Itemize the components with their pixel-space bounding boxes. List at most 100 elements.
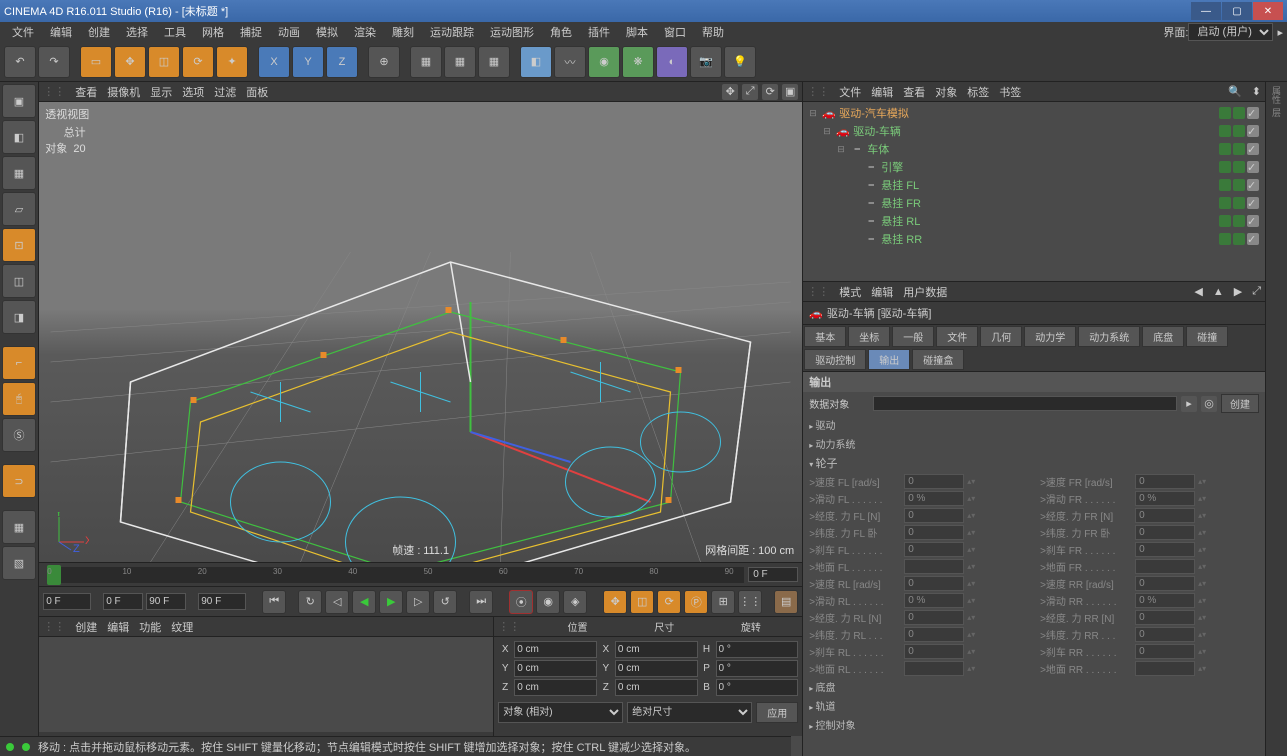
model-mode[interactable]: ◧ (2, 120, 36, 154)
object-tree[interactable]: ⊟🚗驱动-汽车模拟✓⊟🚗驱动-车辆✓⊟⎯车体✓⎯引擎✓⎯悬挂 FL✓⎯悬挂 FR… (803, 102, 1265, 281)
prop-input[interactable] (1135, 610, 1195, 625)
viewport[interactable]: 透视视图 总计 对象 20 (39, 102, 802, 562)
tab-几何[interactable]: 几何 (980, 326, 1022, 347)
menu-脚本[interactable]: 脚本 (618, 22, 656, 42)
menu-查看[interactable]: 查看 (75, 84, 97, 100)
record-button[interactable]: ⦿ (509, 590, 533, 614)
key-scale-button[interactable]: ◫ (630, 590, 654, 614)
current-frame-input[interactable] (198, 593, 246, 610)
tree-row[interactable]: ⎯悬挂 FR✓ (805, 194, 1263, 212)
tab-动力系统[interactable]: 动力系统 (1078, 326, 1140, 347)
prop-input[interactable] (1135, 474, 1195, 489)
timeline-end-field[interactable]: 0 F (748, 567, 798, 582)
group->底盘[interactable]: 底盘 (803, 677, 1265, 696)
prop-input[interactable] (1135, 525, 1195, 540)
attr-lock-icon[interactable]: ⤢ (1252, 285, 1261, 298)
menu-动画[interactable]: 动画 (270, 22, 308, 42)
light-button[interactable]: 💡 (724, 46, 756, 78)
menu-对象[interactable]: 对象 (935, 84, 957, 100)
tab-碰撞[interactable]: 碰撞 (1186, 326, 1228, 347)
play-button[interactable]: ▶ (379, 590, 403, 614)
menu-书签[interactable]: 书签 (999, 84, 1021, 100)
select-tool[interactable]: ▭ (80, 46, 112, 78)
deformer-button[interactable]: ❋ (622, 46, 654, 78)
menu-帮助[interactable]: 帮助 (694, 22, 732, 42)
menu-创建[interactable]: 创建 (75, 619, 97, 635)
size-mode-select[interactable]: 绝对尺寸 (627, 702, 752, 723)
coord_size-2[interactable] (615, 679, 698, 696)
coord_pos-2[interactable] (514, 679, 597, 696)
menu-网格[interactable]: 网格 (194, 22, 232, 42)
menu-用户数据[interactable]: 用户数据 (903, 284, 947, 300)
menu-功能[interactable]: 功能 (139, 619, 161, 635)
close-button[interactable]: ✕ (1253, 2, 1283, 20)
menu-编辑[interactable]: 编辑 (107, 619, 129, 635)
key-param-button[interactable]: Ⓟ (684, 590, 708, 614)
step-back-button[interactable]: ◁ (325, 590, 349, 614)
menu-运动跟踪[interactable]: 运动跟踪 (422, 22, 482, 42)
tab-驱动控制[interactable]: 驱动控制 (804, 349, 866, 370)
strip-icon-2[interactable]: 层 (1270, 108, 1283, 117)
menu-模式[interactable]: 模式 (839, 284, 861, 300)
step-back-loop[interactable]: ↻ (298, 590, 322, 614)
scale-tool[interactable]: ◫ (148, 46, 180, 78)
layout-select[interactable]: 启动 (用户) (1188, 23, 1273, 41)
prop-input[interactable] (904, 542, 964, 557)
group->控制对象[interactable]: 控制对象 (803, 715, 1265, 734)
environment-button[interactable]: ◐ (656, 46, 688, 78)
prop-input[interactable] (904, 576, 964, 591)
move-tool[interactable]: ✥ (114, 46, 146, 78)
prop-input[interactable] (1135, 627, 1195, 642)
tab-文件[interactable]: 文件 (936, 326, 978, 347)
obj-search-icon[interactable]: 🔍 (1228, 85, 1242, 98)
group->驱动[interactable]: 驱动 (803, 415, 1265, 434)
menu-捕捉[interactable]: 捕捉 (232, 22, 270, 42)
autokey-button[interactable]: ◉ (536, 590, 560, 614)
strip-icon-1[interactable]: 属性 (1270, 86, 1283, 104)
menu-雕刻[interactable]: 雕刻 (384, 22, 422, 42)
attr-next-icon[interactable]: ▶ (1234, 285, 1242, 298)
prop-input[interactable] (904, 508, 964, 523)
attr-prev-icon[interactable]: ◀ (1194, 285, 1202, 298)
tab-一般[interactable]: 一般 (892, 326, 934, 347)
axis-tool[interactable]: ⌐ (2, 346, 36, 380)
texture-mode[interactable]: ▦ (2, 156, 36, 190)
menu-选项[interactable]: 选项 (182, 84, 204, 100)
camera-button[interactable]: 📷 (690, 46, 722, 78)
minimize-button[interactable]: — (1191, 2, 1221, 20)
key-pos-button[interactable]: ✥ (603, 590, 627, 614)
render-region-button[interactable]: ▦ (444, 46, 476, 78)
menu-过滤[interactable]: 过滤 (214, 84, 236, 100)
attr-up-icon[interactable]: ▲ (1213, 286, 1224, 298)
tree-row[interactable]: ⊟🚗驱动-汽车模拟✓ (805, 104, 1263, 122)
rotate-tool[interactable]: ⟳ (182, 46, 214, 78)
material-list[interactable] (39, 637, 493, 732)
prop-input[interactable] (904, 627, 964, 642)
menu-编辑[interactable]: 编辑 (871, 84, 893, 100)
menu-模拟[interactable]: 模拟 (308, 22, 346, 42)
prop-input[interactable] (1135, 542, 1195, 557)
apply-button[interactable]: 应用 (756, 702, 798, 723)
menu-显示[interactable]: 显示 (150, 84, 172, 100)
viewport-nav-icon[interactable]: ✥ (722, 84, 738, 100)
magnet-button[interactable]: ⊃ (2, 464, 36, 498)
goto-start-button[interactable]: ⏮ (262, 590, 286, 614)
coord_rot-1[interactable] (716, 660, 799, 677)
tree-row[interactable]: ⊟⎯车体✓ (805, 140, 1263, 158)
key-options-button[interactable]: ⋮⋮ (738, 590, 762, 614)
workplane-align[interactable]: ▧ (2, 546, 36, 580)
x-axis-lock[interactable]: X (258, 46, 290, 78)
create-button[interactable]: 创建 (1221, 394, 1259, 413)
make-editable-button[interactable]: ▣ (2, 84, 36, 118)
coord_rot-2[interactable] (716, 679, 799, 696)
maximize-button[interactable]: ▢ (1222, 2, 1252, 20)
timeline-window-button[interactable]: ▤ (774, 590, 798, 614)
menu-运动图形[interactable]: 运动图形 (482, 22, 542, 42)
last-tool[interactable]: ✦ (216, 46, 248, 78)
play-back-button[interactable]: ◀ (352, 590, 376, 614)
coord-mode-select[interactable]: 对象 (相对) (498, 702, 623, 723)
menu-选择[interactable]: 选择 (118, 22, 156, 42)
y-axis-lock[interactable]: Y (292, 46, 324, 78)
range-b-input[interactable] (146, 593, 186, 610)
prop-input[interactable] (1135, 508, 1195, 523)
